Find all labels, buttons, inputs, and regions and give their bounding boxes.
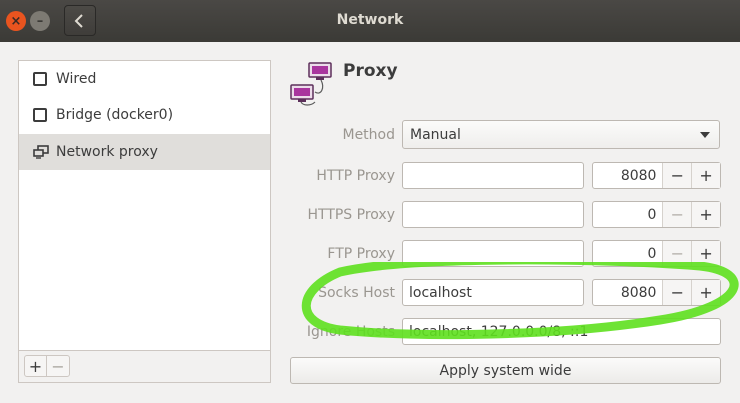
wired-icon [33, 72, 47, 86]
http-proxy-host-input[interactable] [402, 162, 584, 189]
ftp-proxy-port-stepper[interactable]: 0 − + [592, 240, 721, 267]
method-value: Manual [410, 126, 461, 143]
connection-list: Wired Bridge (docker0) Network proxy [18, 60, 271, 351]
proxy-icon [289, 60, 333, 108]
socks-host-label: Socks Host [318, 285, 395, 301]
add-remove-group: + − [24, 355, 70, 377]
socks-port-stepper[interactable]: 8080 − + [592, 279, 721, 306]
ignore-hosts-label: Ignore Hosts [306, 324, 395, 340]
https-port-increment-button[interactable]: + [691, 202, 720, 227]
socks-host-input[interactable]: localhost [402, 279, 584, 306]
http-proxy-port-stepper[interactable]: 8080 − + [592, 162, 721, 189]
socks-port-value[interactable]: 8080 [593, 280, 662, 305]
socks-port-increment-button[interactable]: + [691, 280, 720, 305]
https-port-decrement-button[interactable]: − [662, 202, 692, 227]
window-title: Network [336, 12, 404, 28]
ftp-proxy-host-input[interactable] [402, 240, 584, 267]
https-proxy-port-stepper[interactable]: 0 − + [592, 201, 721, 228]
sidebar-item-label: Wired [56, 71, 97, 87]
ignore-hosts-input[interactable]: localhost, 127.0.0.0/8, ::1 [402, 318, 721, 345]
http-port-decrement-button[interactable]: − [662, 163, 692, 188]
ftp-proxy-port-value[interactable]: 0 [593, 241, 662, 266]
proxy-heading: Proxy [343, 61, 398, 81]
apply-system-wide-button[interactable]: Apply system wide [290, 357, 721, 384]
sidebar-item-bridge[interactable]: Bridge (docker0) [19, 97, 270, 133]
https-proxy-port-value[interactable]: 0 [593, 202, 662, 227]
http-proxy-port-value[interactable]: 8080 [593, 163, 662, 188]
ftp-port-decrement-button[interactable]: − [662, 241, 692, 266]
method-dropdown[interactable]: Manual [402, 120, 720, 149]
sidebar-item-label: Bridge (docker0) [56, 107, 174, 123]
sidebar-toolbar: + − [18, 351, 271, 383]
add-connection-button[interactable]: + [25, 356, 48, 376]
network-proxy-icon [33, 145, 49, 159]
https-proxy-host-input[interactable] [402, 201, 584, 228]
https-proxy-label: HTTPS Proxy [307, 207, 395, 223]
ftp-port-increment-button[interactable]: + [691, 241, 720, 266]
title-bar: × – Network [0, 0, 740, 42]
sidebar-item-wired[interactable]: Wired [19, 61, 270, 97]
http-proxy-label: HTTP Proxy [316, 168, 395, 184]
chevron-down-icon [700, 132, 710, 138]
remove-connection-button[interactable]: − [47, 356, 69, 376]
sidebar-item-label: Network proxy [56, 144, 158, 160]
ftp-proxy-label: FTP Proxy [327, 246, 395, 262]
sidebar-item-network-proxy[interactable]: Network proxy [19, 134, 270, 170]
bridge-icon [33, 108, 47, 122]
http-port-increment-button[interactable]: + [691, 163, 720, 188]
socks-port-decrement-button[interactable]: − [662, 280, 692, 305]
method-label: Method [342, 127, 395, 143]
